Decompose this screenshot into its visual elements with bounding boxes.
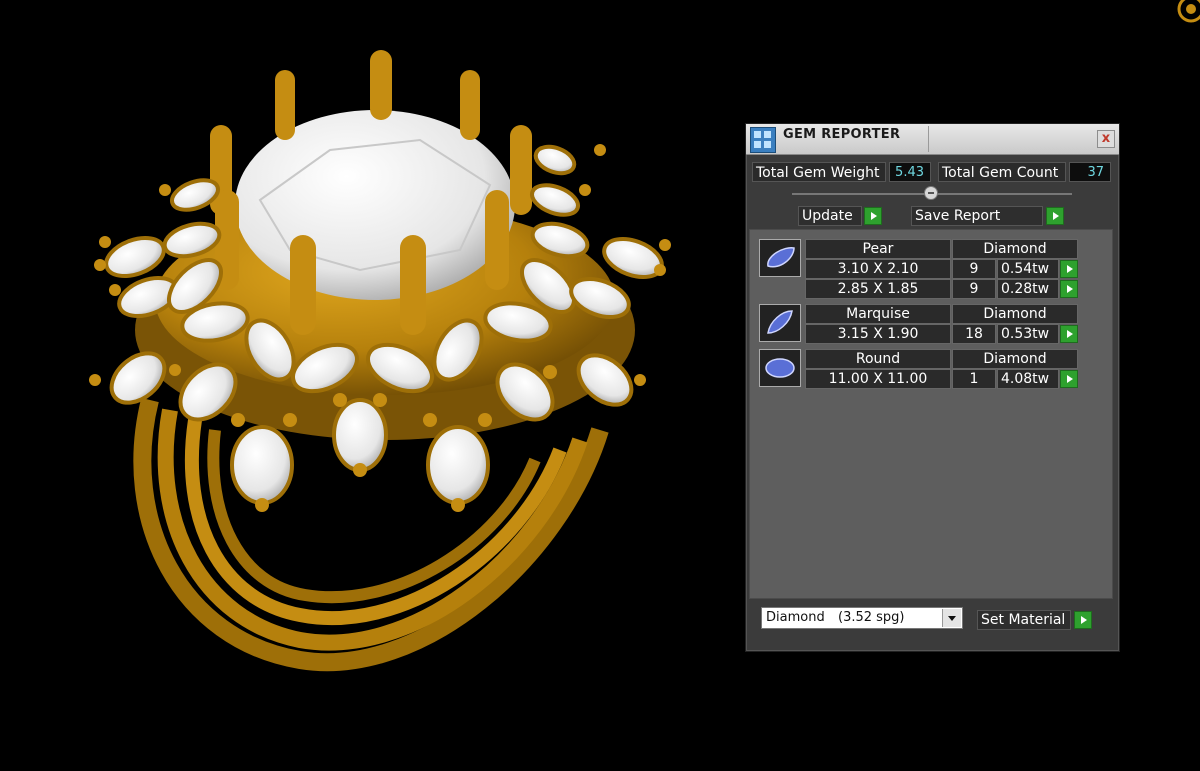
- save-report-button[interactable]: Save Report: [911, 206, 1043, 226]
- chevron-down-icon[interactable]: [942, 609, 961, 627]
- gem-size: 3.15 X 1.90: [805, 324, 951, 344]
- update-go-icon[interactable]: [864, 207, 882, 225]
- update-button[interactable]: Update: [798, 206, 862, 226]
- gem-shape: Round: [805, 349, 951, 369]
- gem-weight: 0.54tw: [997, 259, 1059, 279]
- material-name: Diamond: [766, 610, 825, 625]
- title-separator: [928, 126, 929, 152]
- set-material-go-icon[interactable]: [1074, 611, 1092, 629]
- set-material-button[interactable]: Set Material: [977, 610, 1071, 630]
- gem-weight: 4.08tw: [997, 369, 1059, 389]
- gem-weight: 0.53tw: [997, 324, 1059, 344]
- gem-size: 2.85 X 1.85: [805, 279, 951, 299]
- gem-reporter-icon: [750, 127, 776, 153]
- material-spg: (3.52 spg): [838, 610, 905, 625]
- close-button[interactable]: x: [1097, 130, 1115, 148]
- gem-count: 18: [952, 324, 996, 344]
- total-gem-weight-value: 5.43: [889, 162, 931, 182]
- gem-material: Diamond: [952, 349, 1078, 369]
- material-dropdown[interactable]: Diamond (3.52 spg): [761, 607, 963, 629]
- gem-size: 3.10 X 2.10: [805, 259, 951, 279]
- select-gems-go-icon[interactable]: [1060, 280, 1078, 298]
- select-gems-go-icon[interactable]: [1060, 325, 1078, 343]
- save-report-go-icon[interactable]: [1046, 207, 1064, 225]
- gem-size: 11.00 X 11.00: [805, 369, 951, 389]
- save-report-label: Save Report: [915, 208, 1001, 224]
- total-gem-weight-label: Total Gem Weight: [752, 162, 886, 182]
- round-gem-icon: [759, 349, 801, 387]
- logo-icon: [1177, 0, 1200, 23]
- gem-weight: 0.28tw: [997, 279, 1059, 299]
- gem-shape: Marquise: [805, 304, 951, 324]
- gem-count: 9: [952, 279, 996, 299]
- panel-titlebar[interactable]: GEM REPORTER x: [746, 124, 1119, 155]
- gem-count: 9: [952, 259, 996, 279]
- set-material-label: Set Material: [981, 612, 1066, 628]
- update-label: Update: [802, 208, 853, 224]
- marquise-gem-icon: [759, 304, 801, 342]
- select-gems-go-icon[interactable]: [1060, 370, 1078, 388]
- gem-count: 1: [952, 369, 996, 389]
- ring-render: [89, 50, 671, 672]
- slider-thumb[interactable]: [924, 186, 938, 200]
- gem-reporter-panel: GEM REPORTER x Total Gem Weight 5.43 Tot…: [745, 123, 1120, 652]
- total-gem-count-value: 37: [1069, 162, 1111, 182]
- gem-material: Diamond: [952, 304, 1078, 324]
- total-gem-count-label: Total Gem Count: [938, 162, 1066, 182]
- gem-shape: Pear: [805, 239, 951, 259]
- panel-title: GEM REPORTER: [783, 127, 901, 142]
- gem-list: Pear Diamond 3.10 X 2.10 9 0.54tw 2.85 X…: [749, 229, 1113, 599]
- pear-gem-icon: [759, 239, 801, 277]
- select-gems-go-icon[interactable]: [1060, 260, 1078, 278]
- gem-material: Diamond: [952, 239, 1078, 259]
